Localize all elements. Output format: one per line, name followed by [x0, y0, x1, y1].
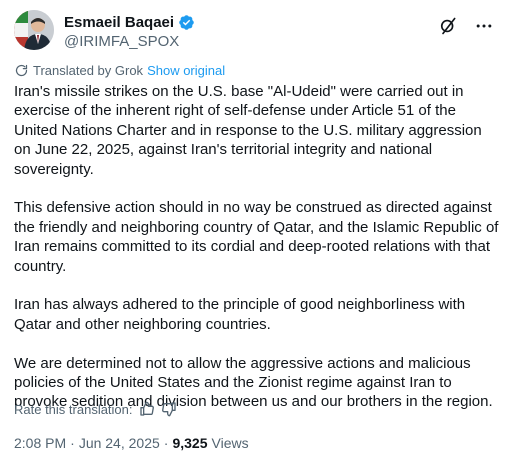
translated-by-label: Translated by Grok — [33, 62, 144, 78]
author-handle[interactable]: @IRIMFA_SPOX — [64, 33, 195, 50]
grok-icon[interactable] — [438, 16, 458, 36]
views-count: 9,325 — [172, 435, 208, 451]
tweet-time[interactable]: 2:08 PM — [14, 435, 66, 451]
tweet-paragraph: Iran's missile strikes on the U.S. base … — [14, 83, 482, 178]
author-names: Esmaeil Baqaei @IRIMFA_SPOX — [64, 12, 195, 50]
tweet-paragraph: This defensive action should in no way b… — [14, 199, 499, 275]
translate-icon — [14, 63, 29, 78]
tweet: Esmaeil Baqaei @IRIMFA_SPOX Translated b… — [0, 0, 512, 454]
tweet-meta: 2:08 PM · Jun 24, 2025 · 9,325 Views — [14, 434, 249, 452]
thumbs-up-icon[interactable] — [139, 401, 155, 417]
more-options-icon[interactable] — [474, 16, 494, 36]
tweet-paragraph: Iran has always adhered to the principle… — [14, 296, 466, 333]
verified-badge-icon — [178, 14, 195, 31]
show-original-link[interactable]: Show original — [147, 63, 225, 78]
tweet-text: Iran's missile strikes on the U.S. base … — [14, 82, 500, 412]
avatar-image — [14, 10, 54, 50]
rate-translation-row: Rate this translation: — [14, 400, 177, 418]
meta-separator: · — [163, 435, 169, 451]
views-label: Views — [211, 435, 249, 451]
rate-translation-label: Rate this translation: — [14, 401, 133, 417]
translation-notice: Translated by Grok Show original — [14, 62, 498, 78]
tweet-header: Esmaeil Baqaei @IRIMFA_SPOX — [14, 4, 498, 54]
thumbs-down-icon[interactable] — [161, 401, 177, 417]
meta-separator: · — [70, 435, 75, 451]
avatar[interactable] — [14, 10, 54, 50]
display-name[interactable]: Esmaeil Baqaei — [64, 14, 174, 31]
display-name-row: Esmaeil Baqaei — [64, 12, 195, 32]
tweet-date[interactable]: Jun 24, 2025 — [79, 435, 160, 451]
